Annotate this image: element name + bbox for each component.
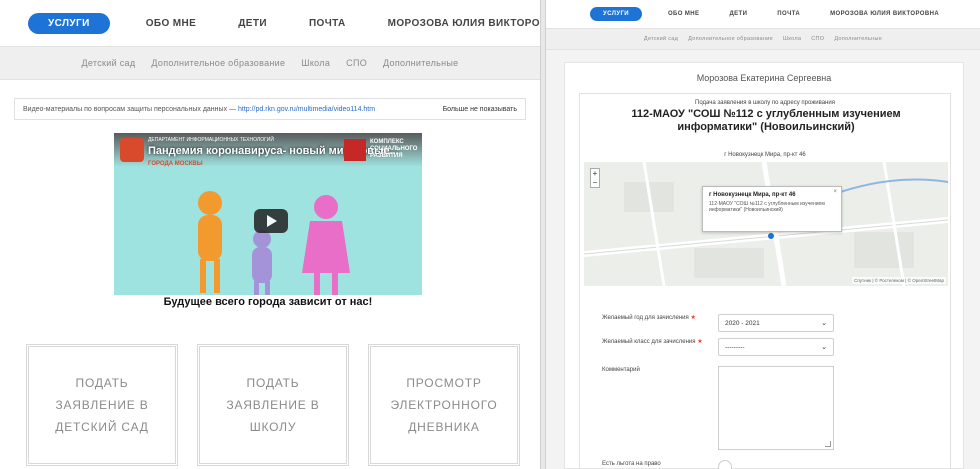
map-popup: × г Новокузнецк Мира, пр-кт 46 112-МАОУ … xyxy=(702,186,842,232)
chevron-down-icon: ⌄ xyxy=(821,320,827,327)
privilege-label: Есть льгота на право преимущественного п… xyxy=(602,461,661,467)
grade-value: --------- xyxy=(725,343,745,351)
close-icon[interactable]: × xyxy=(833,189,837,195)
subnav-additional-education[interactable]: Дополнительное образование xyxy=(688,36,773,42)
nav-children[interactable]: ДЕТИ xyxy=(238,18,267,29)
grade-label: Желаемый класс для зачисления xyxy=(602,339,696,345)
video-city: ГОРОДА МОСКВЫ xyxy=(148,161,203,167)
department-logo-icon xyxy=(120,138,144,162)
play-icon[interactable] xyxy=(254,209,288,233)
action-cards: ПОДАТЬ ЗАЯВЛЕНИЕ В ДЕТСКИЙ САД ПОДАТЬ ЗА… xyxy=(26,344,520,466)
card-kindergarten-application[interactable]: ПОДАТЬ ЗАЯВЛЕНИЕ В ДЕТСКИЙ САД xyxy=(26,344,178,466)
subnav-kindergarten[interactable]: Детский сад xyxy=(82,58,136,68)
card-label: ПРОСМОТР ЭЛЕКТРОННОГО ДНЕВНИКА xyxy=(390,376,498,434)
comment-label: Комментарий xyxy=(602,367,640,373)
nav-about[interactable]: ОБО МНЕ xyxy=(146,18,197,29)
required-marker: ★ xyxy=(690,315,696,321)
subnav-additional[interactable]: Дополнительные xyxy=(383,58,458,68)
chevron-down-icon: ⌄ xyxy=(821,344,827,351)
right-panel: УСЛУГИ ОБО МНЕ ДЕТИ ПОЧТА МОРОЗОВА ЮЛИЯ … xyxy=(545,0,980,469)
school-title: 112-МАОУ "СОШ №112 с углубленным изучени… xyxy=(631,108,901,133)
zoom-in-button[interactable]: + xyxy=(591,169,599,178)
map-zoom-controls: + − xyxy=(590,168,600,188)
nav-mail[interactable]: ПОЧТА xyxy=(309,18,346,29)
video-org-left: ДЕПАРТАМЕНТ ИНФОРМАЦИОННЫХ ТЕХНОЛОГИЙ xyxy=(148,137,274,143)
popup-title: г Новокузнецк Мира, пр-кт 46 xyxy=(709,192,796,198)
video-caption: Будущее всего города зависит от нас! xyxy=(114,295,422,311)
required-marker: ★ xyxy=(697,339,703,345)
field-label: Желаемый класс для зачисления ★ xyxy=(602,338,718,346)
top-nav: УСЛУГИ ОБО МНЕ ДЕТИ ПОЧТА МОРОЗОВА ЮЛИЯ … xyxy=(0,0,540,46)
comment-textarea[interactable] xyxy=(718,366,834,450)
video-org-right: КОМПЛЕКС СОЦИАЛЬНОГО РАЗВИТИЯ xyxy=(370,139,418,159)
nav-about[interactable]: ОБО МНЕ xyxy=(668,11,699,17)
field-comment: Комментарий xyxy=(602,366,932,450)
grade-select[interactable]: --------- ⌄ xyxy=(718,338,834,356)
nav-services[interactable]: УСЛУГИ xyxy=(28,12,110,34)
card-label: ПОДАТЬ ЗАЯВЛЕНИЕ В ШКОЛУ xyxy=(226,376,320,434)
nav-services[interactable]: УСЛУГИ xyxy=(590,7,642,21)
card-label: ПОДАТЬ ЗАЯВЛЕНИЕ В ДЕТСКИЙ САД xyxy=(55,376,149,434)
subnav-spo[interactable]: СПО xyxy=(811,36,824,42)
subnav-additional[interactable]: Дополнительные xyxy=(834,36,882,42)
form-subtitle: Подача заявления в школу по адресу прожи… xyxy=(695,100,835,106)
nav-mail[interactable]: ПОЧТА xyxy=(777,11,800,17)
field-label: Желаемый год для зачисления ★ xyxy=(602,314,718,322)
moscow-logo-icon xyxy=(344,139,366,161)
notice-dismiss-link[interactable]: Больше не показывать xyxy=(443,106,517,113)
year-select[interactable]: 2020 - 2021 ⌄ xyxy=(718,314,834,332)
school-map[interactable]: + − × г Новокузнецк Мира, пр-кт 46 112-М… xyxy=(584,162,948,286)
notice-text: Видео-материалы по вопросам защиты персо… xyxy=(23,106,375,113)
sub-nav-right: Детский сад Дополнительное образование Ш… xyxy=(546,28,980,50)
map-attribution: Спутник | © Ростелеком | © OpenStreetMap xyxy=(852,277,946,284)
notice-link[interactable]: http://pd.rkn.gov.ru/multimedia/video114… xyxy=(238,106,375,113)
nav-children[interactable]: ДЕТИ xyxy=(729,11,747,17)
subnav-spo[interactable]: СПО xyxy=(346,58,367,68)
subnav-school[interactable]: Школа xyxy=(783,36,801,42)
child-name: Морозова Екатерина Сергеевна xyxy=(696,73,832,83)
left-panel: УСЛУГИ ОБО МНЕ ДЕТИ ПОЧТА МОРОЗОВА ЮЛИЯ … xyxy=(0,0,541,469)
nav-user-name[interactable]: МОРОЗОВА ЮЛИЯ ВИКТОРОВНА xyxy=(388,18,540,29)
top-nav-right: УСЛУГИ ОБО МНЕ ДЕТИ ПОЧТА МОРОЗОВА ЮЛИЯ … xyxy=(546,0,980,28)
application-form: Подача заявления в школу по адресу прожи… xyxy=(579,93,951,469)
year-value: 2020 - 2021 xyxy=(725,319,760,327)
field-privilege: Есть льгота на право преимущественного п… xyxy=(602,460,932,469)
popup-text: 112-МАОУ "СОШ №112 с углубленным изучени… xyxy=(709,201,825,213)
application-card: Морозова Екатерина Сергеевна Подача заяв… xyxy=(564,62,964,469)
subnav-school[interactable]: Школа xyxy=(301,58,330,68)
year-label: Желаемый год для зачисления xyxy=(602,315,689,321)
video-player[interactable]: ДЕПАРТАМЕНТ ИНФОРМАЦИОННЫХ ТЕХНОЛОГИЙ ГО… xyxy=(114,133,422,311)
nav-user-name[interactable]: МОРОЗОВА ЮЛИЯ ВИКТОРОВНА xyxy=(830,11,939,17)
privilege-radio[interactable] xyxy=(718,460,732,469)
card-electronic-diary[interactable]: ПРОСМОТР ЭЛЕКТРОННОГО ДНЕВНИКА xyxy=(368,344,520,466)
school-address: г Новокузнецк Мира, пр-кт 46 xyxy=(724,152,806,158)
sub-nav: Детский сад Дополнительное образование Ш… xyxy=(0,46,540,80)
privacy-notice: Видео-материалы по вопросам защиты персо… xyxy=(14,98,526,120)
field-grade: Желаемый класс для зачисления ★ --------… xyxy=(602,338,932,356)
zoom-out-button[interactable]: − xyxy=(591,178,599,187)
notice-message: Видео-материалы по вопросам защиты персо… xyxy=(23,105,237,113)
card-school-application[interactable]: ПОДАТЬ ЗАЯВЛЕНИЕ В ШКОЛУ xyxy=(197,344,349,466)
subnav-additional-education[interactable]: Дополнительное образование xyxy=(151,58,285,68)
subnav-kindergarten[interactable]: Детский сад xyxy=(644,36,678,42)
field-year: Желаемый год для зачисления ★ 2020 - 202… xyxy=(602,314,932,332)
screenshot-root: УСЛУГИ ОБО МНЕ ДЕТИ ПОЧТА МОРОЗОВА ЮЛИЯ … xyxy=(0,0,980,469)
